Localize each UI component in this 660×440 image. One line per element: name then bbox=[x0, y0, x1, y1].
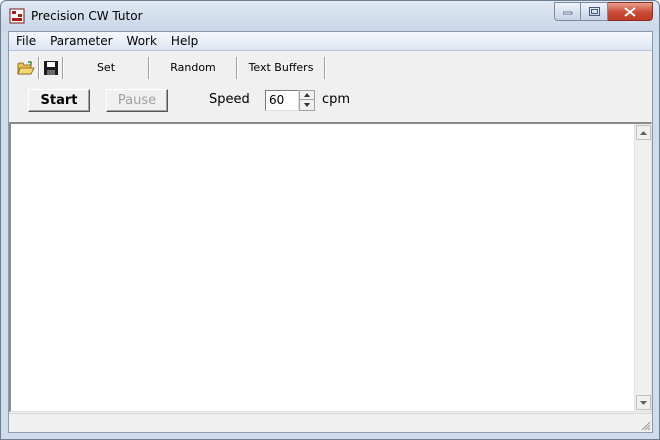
spin-down-icon bbox=[304, 103, 310, 107]
minimize-icon bbox=[562, 11, 572, 14]
close-icon bbox=[624, 6, 636, 17]
toolbar-separator bbox=[324, 57, 326, 79]
speed-label: Speed bbox=[209, 92, 250, 107]
title-bar[interactable]: Precision CW Tutor bbox=[1, 1, 659, 31]
scroll-down-icon bbox=[640, 400, 647, 405]
save-button[interactable] bbox=[40, 57, 62, 79]
scroll-up-button[interactable] bbox=[636, 125, 651, 140]
resize-grip-icon bbox=[641, 421, 651, 431]
restore-icon bbox=[588, 7, 600, 16]
start-button[interactable]: Start bbox=[28, 89, 90, 112]
vertical-scrollbar[interactable] bbox=[634, 124, 651, 411]
scroll-up-icon bbox=[640, 130, 647, 135]
app-icon bbox=[9, 8, 25, 24]
pause-button[interactable]: Pause bbox=[106, 89, 168, 112]
speed-input[interactable]: 60 bbox=[265, 90, 299, 111]
client-area: File Parameter Work Help Set Random Text… bbox=[8, 31, 653, 433]
spin-up-icon bbox=[304, 93, 310, 97]
menu-file[interactable]: File bbox=[9, 32, 43, 50]
app-window: Precision CW Tutor File Parameter Work H… bbox=[0, 0, 660, 440]
window-title: Precision CW Tutor bbox=[31, 9, 143, 23]
set-parameters-button[interactable]: Set Parameters bbox=[65, 57, 147, 96]
text-area[interactable] bbox=[9, 122, 652, 412]
status-bar bbox=[9, 413, 652, 432]
toolbar-separator bbox=[236, 57, 238, 79]
random-groups-button[interactable]: Random Groups bbox=[151, 57, 235, 96]
text-buffers-button[interactable]: Text Buffers bbox=[239, 57, 323, 79]
control-panel: Start Pause Speed 60 cpm bbox=[9, 83, 652, 121]
maximize-button[interactable] bbox=[581, 2, 608, 21]
resize-grip[interactable] bbox=[639, 419, 651, 431]
toolbar-separator bbox=[148, 57, 150, 79]
scroll-down-button[interactable] bbox=[636, 395, 651, 410]
window-controls bbox=[554, 2, 653, 21]
folder-open-icon bbox=[17, 61, 35, 75]
toolbar: Set Parameters Random Groups Text Buffer… bbox=[9, 52, 652, 96]
menu-parameter[interactable]: Parameter bbox=[43, 32, 119, 50]
open-button[interactable] bbox=[15, 57, 37, 79]
menu-help[interactable]: Help bbox=[164, 32, 205, 50]
minimize-button[interactable] bbox=[554, 2, 581, 21]
spin-up-button[interactable] bbox=[299, 90, 315, 100]
toolbar-separator bbox=[62, 57, 64, 79]
menu-work[interactable]: Work bbox=[120, 32, 164, 50]
floppy-disk-icon bbox=[44, 61, 58, 75]
menu-bar: File Parameter Work Help bbox=[9, 32, 652, 51]
spin-down-button[interactable] bbox=[299, 100, 315, 111]
speed-spinner bbox=[299, 90, 315, 111]
unit-label: cpm bbox=[322, 92, 351, 107]
close-button[interactable] bbox=[608, 2, 653, 21]
